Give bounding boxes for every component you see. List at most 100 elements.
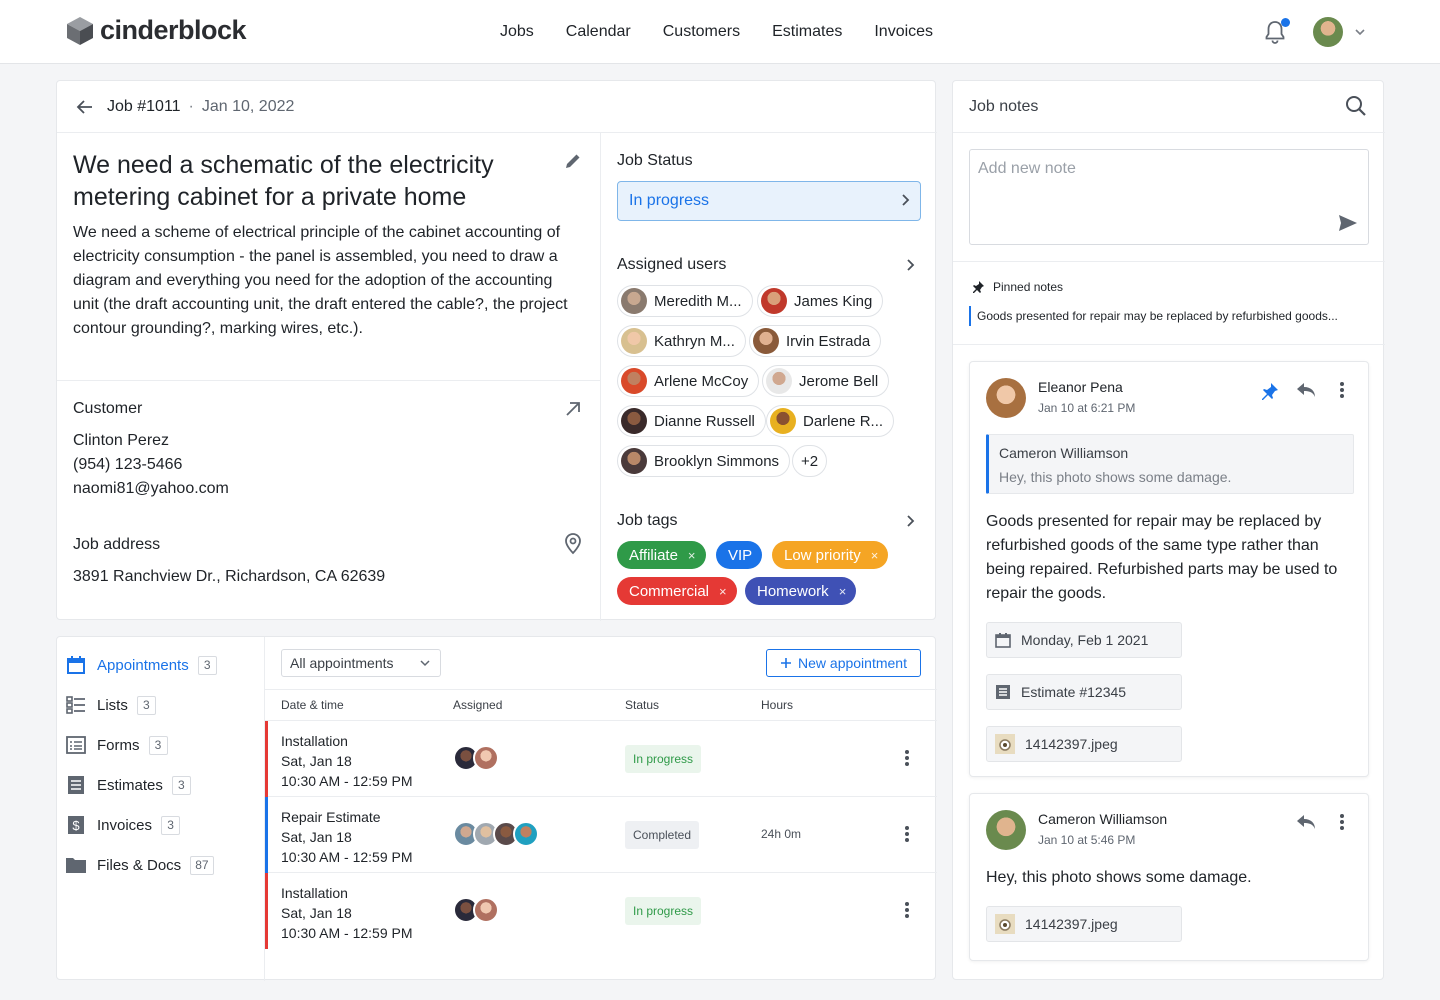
job-notes-panel: Job notes Add new note Pinned notes Good… — [952, 80, 1385, 980]
document-icon — [65, 774, 87, 796]
count-badge: 87 — [190, 855, 214, 875]
row-accent — [265, 721, 268, 797]
tag-vip[interactable]: VIP — [716, 541, 763, 569]
tag-label: VIP — [728, 546, 753, 564]
more-vertical-icon[interactable] — [1340, 382, 1344, 398]
close-icon[interactable]: × — [839, 584, 847, 599]
attachment-estimate[interactable]: Estimate #12345 — [986, 674, 1182, 710]
column-header[interactable]: Assigned — [453, 698, 502, 712]
status-badge: In progress — [625, 897, 702, 925]
logo[interactable]: cinderblock — [66, 15, 247, 46]
column-header[interactable]: Date & time — [281, 698, 344, 712]
image-thumbnail-icon — [995, 914, 1015, 934]
attachment-image[interactable]: 14142397.jpeg — [986, 726, 1182, 762]
back-arrow-icon[interactable] — [75, 97, 95, 117]
nav-customers[interactable]: Customers — [663, 23, 740, 41]
assigned-users-label: Assigned users — [617, 256, 727, 273]
main-nav: Jobs Calendar Customers Estimates Invoic… — [500, 0, 933, 64]
count-badge: 3 — [136, 695, 156, 715]
nav-estimates[interactable]: Estimates — [772, 23, 842, 41]
appointment-title: Installation — [281, 885, 348, 901]
image-thumbnail-icon — [995, 734, 1015, 754]
close-icon[interactable]: × — [871, 548, 879, 563]
tag-affiliate[interactable]: Affiliate × — [617, 541, 706, 569]
avatar — [770, 408, 796, 434]
chevron-right-icon[interactable] — [903, 258, 917, 272]
pinned-note-preview[interactable]: Goods presented for repair may be replac… — [969, 306, 1369, 326]
cube-logo-icon — [67, 16, 93, 45]
reply-icon[interactable] — [1296, 381, 1316, 399]
column-header[interactable]: Status — [625, 698, 659, 712]
quoted-note[interactable]: Cameron Williamson Hey, this photo shows… — [986, 434, 1354, 494]
tag-low-priority[interactable]: Low priority × — [772, 541, 889, 569]
external-link-icon[interactable] — [563, 399, 583, 419]
attachment-date[interactable]: Monday, Feb 1 2021 — [986, 622, 1182, 658]
more-vertical-icon[interactable] — [1340, 814, 1344, 830]
user-avatar[interactable] — [1313, 17, 1343, 47]
chevron-right-icon — [902, 194, 910, 206]
table-row[interactable]: Repair Estimate Sat, Jan 18 10:30 AM - 1… — [265, 797, 937, 873]
more-vertical-icon[interactable] — [905, 825, 909, 843]
user-chip[interactable]: Brooklyn Simmons — [617, 445, 791, 477]
user-chip[interactable]: Arlene McCoy — [617, 365, 760, 397]
sidebar-item-invoices[interactable]: $ Invoices 3 — [65, 813, 181, 837]
pencil-icon[interactable] — [563, 151, 583, 171]
pinned-notes-section: Pinned notes Goods presented for repair … — [953, 261, 1385, 345]
map-pin-icon[interactable] — [563, 533, 583, 555]
close-icon[interactable]: × — [719, 584, 727, 599]
new-appointment-button[interactable]: New appointment — [766, 649, 921, 677]
nav-invoices[interactable]: Invoices — [874, 23, 933, 41]
tag-homework[interactable]: Homework × — [745, 577, 857, 605]
user-chip[interactable]: Dianne Russell — [617, 405, 766, 437]
note-body: Goods presented for repair may be replac… — [986, 513, 1338, 602]
nav-jobs[interactable]: Jobs — [500, 23, 534, 41]
tag-commercial[interactable]: Commercial × — [617, 577, 737, 605]
table-row[interactable]: Installation Sat, Jan 18 10:30 AM - 12:5… — [265, 721, 937, 797]
send-icon[interactable] — [1338, 214, 1358, 232]
chevron-down-icon[interactable] — [1354, 26, 1366, 38]
user-chip[interactable]: Darlene R... — [766, 405, 895, 437]
appointments-filter[interactable]: All appointments — [281, 649, 441, 677]
avatar — [766, 368, 792, 394]
table-row[interactable]: Installation Sat, Jan 18 10:30 AM - 12:5… — [265, 873, 937, 949]
close-icon[interactable]: × — [688, 548, 696, 563]
user-chip[interactable]: Meredith M... — [617, 285, 753, 317]
count-badge: 3 — [148, 735, 168, 755]
job-status-select[interactable]: In progress — [617, 181, 921, 221]
avatar — [621, 368, 647, 394]
sidebar-item-lists[interactable]: Lists 3 — [65, 693, 156, 717]
note-author: Eleanor Pena — [1038, 379, 1123, 395]
avatar — [473, 897, 499, 923]
avatar — [473, 745, 499, 771]
user-chip-label: Darlene R... — [803, 412, 884, 430]
sidebar-item-label: Estimates — [97, 776, 163, 794]
attachment-label: 14142397.jpeg — [1025, 736, 1118, 752]
notes-header: Job notes — [953, 81, 1385, 133]
more-vertical-icon[interactable] — [905, 901, 909, 919]
section-divider — [57, 380, 600, 381]
attachment-image[interactable]: 14142397.jpeg — [986, 906, 1182, 942]
count-badge: 3 — [161, 815, 181, 835]
sidebar-item-appointments[interactable]: Appointments 3 — [65, 653, 217, 677]
top-bar: cinderblock Jobs Calendar Customers Esti… — [0, 0, 1440, 64]
sidebar-item-forms[interactable]: Forms 3 — [65, 733, 168, 757]
more-vertical-icon[interactable] — [905, 749, 909, 767]
user-chip[interactable]: Jerome Bell — [762, 365, 890, 397]
nav-calendar[interactable]: Calendar — [566, 23, 631, 41]
user-chip[interactable]: James King — [757, 285, 884, 317]
customer-phone[interactable]: (954) 123-5466 — [73, 456, 182, 474]
count-badge: 3 — [171, 775, 191, 795]
sidebar-item-files[interactable]: Files & Docs 87 — [65, 853, 214, 877]
pin-icon[interactable] — [1260, 381, 1280, 401]
chevron-right-icon[interactable] — [903, 514, 917, 528]
reply-icon[interactable] — [1296, 813, 1316, 831]
new-note-input[interactable]: Add new note — [969, 149, 1369, 245]
sidebar-item-estimates[interactable]: Estimates 3 — [65, 773, 191, 797]
customer-email[interactable]: naomi81@yahoo.com — [73, 480, 229, 498]
more-users-chip[interactable]: +2 — [792, 445, 828, 477]
user-chip[interactable]: Kathryn M... — [617, 325, 746, 357]
column-divider — [600, 133, 601, 621]
search-icon[interactable] — [1345, 95, 1367, 117]
column-header[interactable]: Hours — [761, 698, 793, 712]
user-chip[interactable]: Irvin Estrada — [749, 325, 882, 357]
